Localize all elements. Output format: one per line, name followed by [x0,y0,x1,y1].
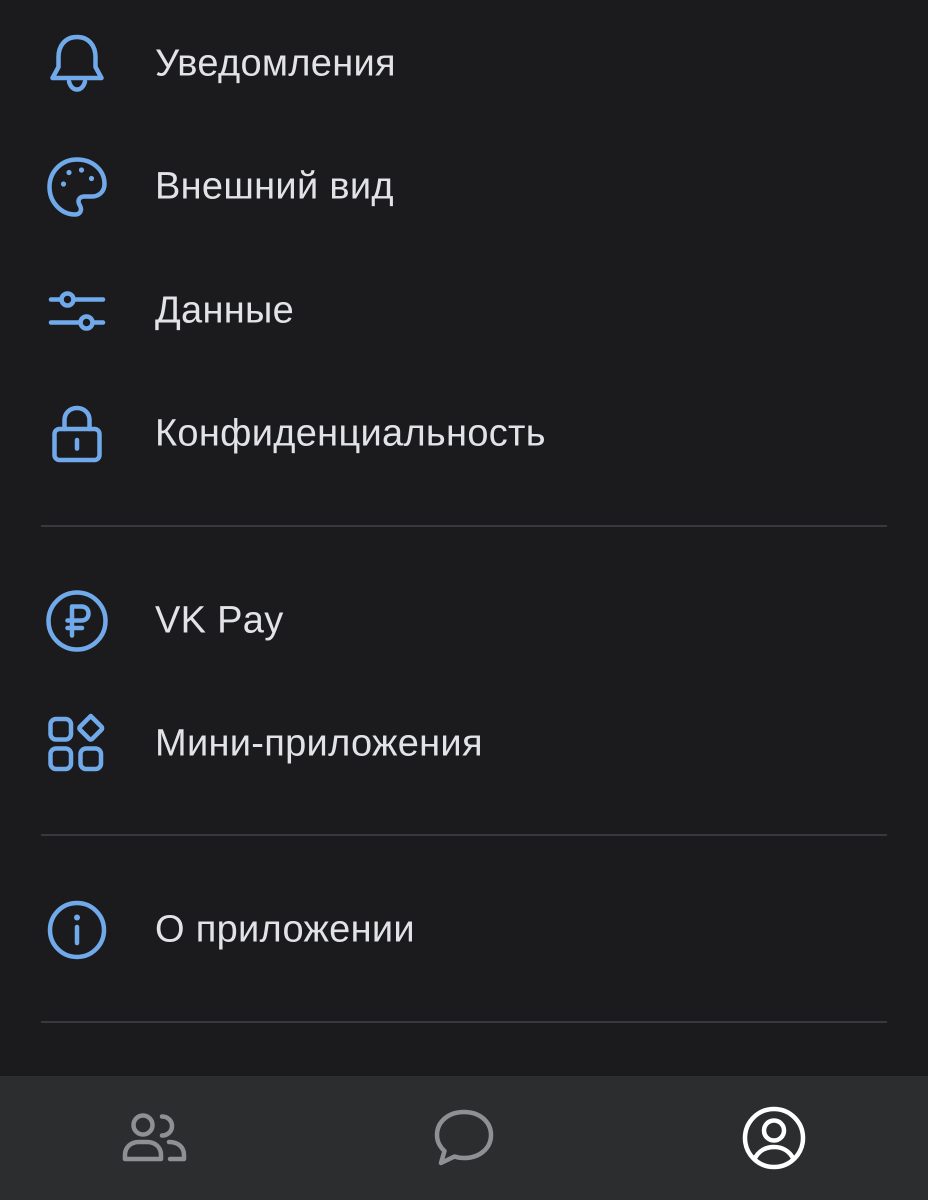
menu-item-label: Мини-приложения [155,722,483,765]
menu-item-notifications[interactable]: Уведомления [0,2,928,126]
menu-item-mini-apps[interactable]: Мини-приложения [0,682,928,806]
tab-profile[interactable] [619,1076,928,1200]
menu-item-appearance[interactable]: Внешний вид [0,125,928,249]
menu-item-label: VK Pay [155,599,284,642]
section-divider [41,525,887,527]
apps-grid-icon [44,711,110,777]
bell-icon [44,31,110,97]
palette-icon [44,154,110,220]
sliders-icon [44,278,110,344]
ruble-circle-icon [44,588,110,654]
info-icon [44,897,110,963]
users-icon [122,1113,186,1162]
menu-item-label: О приложении [155,908,415,951]
profile-icon [742,1106,805,1170]
menu-item-label: Конфиденциальность [155,412,546,455]
lock-icon [44,401,110,467]
bottom-tab-bar [0,1076,928,1200]
menu-item-data[interactable]: Данные [0,249,928,373]
menu-item-label: Внешний вид [155,165,394,208]
menu-item-label: Данные [155,289,295,332]
tab-friends[interactable] [0,1076,309,1200]
chat-bubble-icon [434,1109,493,1166]
tab-messages[interactable] [309,1076,618,1200]
section-divider [41,1021,887,1023]
menu-item-label: Уведомления [155,42,396,85]
section-divider [41,834,887,836]
menu-item-privacy[interactable]: Конфиденциальность [0,372,928,496]
menu-item-about[interactable]: О приложении [0,868,928,992]
menu-item-vk-pay[interactable]: VK Pay [0,559,928,683]
